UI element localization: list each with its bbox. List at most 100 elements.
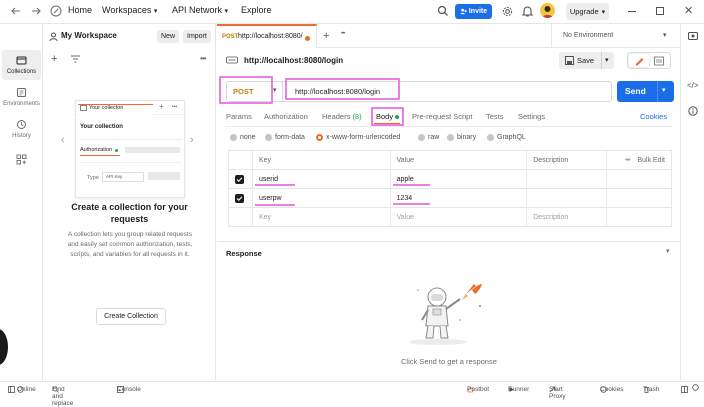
- chevron-down-icon: ▾: [663, 32, 667, 39]
- import-button[interactable]: Import: [183, 30, 211, 43]
- request-tab[interactable]: POST http://localhost:8080/: [217, 24, 317, 48]
- row-actions-cell: [606, 207, 672, 227]
- grid-add-icon: [16, 154, 27, 165]
- view-mode-toggle[interactable]: [627, 52, 671, 69]
- divider: [217, 241, 680, 242]
- placeholder-key[interactable]: Key: [251, 207, 391, 227]
- workspace-name[interactable]: My Workspace: [61, 31, 117, 40]
- user-icon: [49, 32, 58, 41]
- row-description-cell[interactable]: [526, 188, 608, 208]
- tab-params[interactable]: Params: [226, 112, 252, 121]
- environment-selector[interactable]: No Environment ▾: [551, 24, 679, 48]
- radio-form-data[interactable]: form-data: [265, 134, 305, 141]
- nav-api-network[interactable]: API Network ▾: [172, 5, 228, 15]
- edit-mode[interactable]: [629, 54, 649, 67]
- save-button[interactable]: Save ▾: [559, 52, 614, 69]
- code-icon[interactable]: </>: [687, 81, 699, 90]
- add-collection-icon[interactable]: +: [51, 53, 57, 65]
- preview-title: Your collection: [80, 124, 123, 130]
- bulk-edit-link[interactable]: Bulk Edit: [637, 157, 665, 164]
- tab-prerequest-script[interactable]: Pre-request Script: [412, 112, 472, 121]
- filter-icon[interactable]: [71, 55, 80, 63]
- forward-arrow-icon[interactable]: [30, 5, 42, 17]
- preview-placeholder-bar: [148, 172, 180, 180]
- chevron-right-icon[interactable]: ›: [190, 134, 194, 146]
- close-window-icon[interactable]: ✕: [684, 4, 693, 17]
- highlight-url: [285, 78, 400, 100]
- row-actions-cell: [606, 188, 672, 208]
- nav-home[interactable]: Home: [68, 5, 92, 15]
- more-options-icon[interactable]: •••: [200, 54, 206, 63]
- rail-collections[interactable]: Collections: [2, 50, 41, 80]
- chevron-left-icon[interactable]: ‹: [61, 134, 65, 146]
- radio-indicator: [447, 134, 454, 141]
- tab-headers-label: Headers: [322, 112, 351, 121]
- avatar[interactable]: [540, 3, 555, 18]
- upgrade-label: Upgrade: [569, 7, 599, 16]
- placeholder-value[interactable]: Value: [389, 207, 528, 227]
- invite-button[interactable]: Invite: [455, 4, 492, 19]
- save-label: Save: [577, 56, 595, 65]
- radio-binary-label: binary: [457, 134, 477, 141]
- radio-binary[interactable]: binary: [447, 134, 476, 141]
- tab-authorization[interactable]: Authorization: [264, 112, 308, 121]
- info-icon[interactable]: [688, 106, 698, 116]
- cookies-link[interactable]: Cookies: [640, 112, 667, 121]
- radio-x-www-form-urlencoded[interactable]: x-www-form-urlencoded: [316, 134, 400, 141]
- row-checkbox[interactable]: [235, 193, 244, 203]
- header-bulk-edit: ••• Bulk Edit: [606, 150, 672, 170]
- tab-options-icon[interactable]: •••: [341, 31, 345, 37]
- radio-none[interactable]: none: [230, 134, 256, 141]
- row-checkbox-cell: [228, 207, 253, 227]
- start-proxy-label: Start Proxy: [549, 386, 566, 400]
- create-collection-button[interactable]: Create Collection: [96, 308, 166, 325]
- row-actions-cell: [606, 169, 672, 189]
- tab-settings[interactable]: Settings: [518, 112, 545, 121]
- divider: [226, 126, 672, 127]
- nav-workspaces[interactable]: Workspaces ▾: [102, 5, 157, 15]
- row-checkbox[interactable]: [235, 174, 244, 184]
- divider: [80, 139, 182, 140]
- settings-gear-icon[interactable]: [502, 6, 513, 17]
- row-key: userpw: [258, 194, 282, 202]
- nav-explore[interactable]: Explore: [241, 5, 272, 15]
- postman-logo-icon: [50, 5, 62, 17]
- chevron-down-icon[interactable]: ▾: [666, 247, 670, 255]
- radio-graphql[interactable]: GraphQL: [487, 134, 526, 141]
- rail-history[interactable]: History: [2, 114, 41, 144]
- divider: [601, 52, 602, 69]
- tab-tests[interactable]: Tests: [486, 112, 504, 121]
- radio-indicator: [418, 134, 425, 141]
- back-arrow-icon[interactable]: [10, 5, 22, 17]
- help-icon[interactable]: [692, 384, 699, 391]
- radio-form-data-label: form-data: [275, 134, 305, 141]
- new-tab-icon[interactable]: +: [323, 30, 329, 42]
- upgrade-button[interactable]: Upgrade ▾: [566, 3, 609, 20]
- documentation-icon[interactable]: [654, 56, 664, 66]
- rail-environments[interactable]: Environments: [2, 82, 41, 112]
- request-title[interactable]: http://localhost:8080/login: [244, 56, 343, 65]
- row-description-cell[interactable]: [526, 169, 608, 189]
- chevron-down-icon[interactable]: ▾: [662, 86, 666, 94]
- radio-indicator-selected: [316, 134, 323, 141]
- notification-bell-icon[interactable]: [522, 5, 533, 17]
- highlight-body-tab: [371, 107, 404, 126]
- send-button[interactable]: Send ▾: [617, 81, 674, 102]
- radio-graphql-label: GraphQL: [497, 134, 526, 141]
- rail-configure[interactable]: [2, 150, 41, 168]
- header-key: Key: [251, 150, 391, 170]
- table-options-icon[interactable]: •••: [625, 157, 630, 164]
- minimize-window-icon[interactable]: [628, 11, 636, 12]
- maximize-window-icon[interactable]: [656, 7, 664, 15]
- radio-raw[interactable]: raw: [418, 134, 439, 141]
- annotation-underline: [255, 184, 295, 186]
- divider: [80, 162, 182, 163]
- placeholder-description[interactable]: Description: [526, 207, 608, 227]
- new-button[interactable]: New: [157, 30, 180, 43]
- chevron-down-icon: ▾: [605, 57, 609, 64]
- environment-quick-look-icon[interactable]: [688, 31, 698, 41]
- chevron-down-icon: ▾: [153, 8, 158, 15]
- table-header-cell: [228, 150, 253, 170]
- search-icon[interactable]: [437, 5, 449, 17]
- tab-headers[interactable]: Headers (8): [322, 112, 362, 121]
